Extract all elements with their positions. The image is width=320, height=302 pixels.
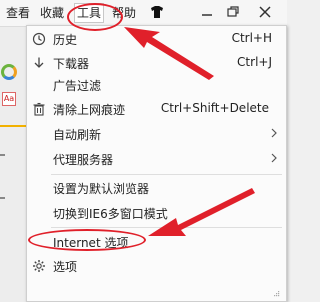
resize-grip-icon[interactable] [273,290,280,297]
menu-item-options[interactable]: 选项 [27,255,286,277]
chevron-right-icon [271,128,277,138]
menu-item-downloader[interactable]: 下载器 Ctrl+J [27,52,286,74]
minimize-icon[interactable] [198,4,216,20]
strip-mark [0,154,5,156]
menu-item-auto-refresh[interactable]: 自动刷新 [27,123,286,145]
highlight-oval-tools [67,3,123,31]
chevron-right-icon [271,153,277,163]
menu-item-label: 历史 [53,33,78,47]
download-icon [34,57,44,68]
menu-item-set-default-browser[interactable]: 设置为默认浏览器 [27,177,286,199]
menu-item-history[interactable]: 历史 Ctrl+H [27,28,286,50]
browser-logo-icon [1,64,17,80]
skin-icon[interactable] [148,4,166,20]
menu-favorites[interactable]: 收藏 [40,5,64,21]
highlight-oval-internet-options [28,229,146,251]
menu-item-label: 选项 [53,260,78,274]
menu-item-label: 广告过滤 [53,79,102,93]
menu-item-shortcut: Ctrl+J [237,55,272,69]
clock-icon [32,32,46,46]
menu-item-shortcut: Ctrl+Shift+Delete [160,101,269,115]
menu-item-label: 清除上网痕迹 [53,103,126,117]
font-badge-icon[interactable]: Aa [2,92,16,106]
restore-icon[interactable] [224,4,242,20]
tools-dropdown-menu: 历史 Ctrl+H 下载器 Ctrl+J 广告过滤 清除上网痕迹 Ctrl+Sh… [26,25,287,302]
trash-icon [33,102,45,116]
menu-item-label: 代理服务器 [53,153,114,167]
close-icon[interactable] [256,4,274,20]
menu-item-clear-traces[interactable]: 清除上网痕迹 Ctrl+Shift+Delete [27,98,286,120]
strip-mark [0,197,5,199]
gear-icon [33,260,45,272]
menu-item-label: 切换到IE6多窗口模式 [53,207,168,221]
menu-view[interactable]: 查看 [6,5,30,21]
menu-item-label: 下载器 [53,57,90,71]
menu-item-switch-ie6-mode[interactable]: 切换到IE6多窗口模式 [27,202,286,224]
menu-item-label: 自动刷新 [53,128,102,142]
menu-separator [51,227,282,228]
menu-item-proxy-server[interactable]: 代理服务器 [27,148,286,170]
menu-separator [51,174,282,175]
menu-item-label: 设置为默认浏览器 [53,182,150,196]
menu-bar: 查看 收藏 工具 帮助 [0,0,287,27]
menu-item-ad-filter[interactable]: 广告过滤 [27,74,286,96]
menu-item-shortcut: Ctrl+H [231,31,272,45]
